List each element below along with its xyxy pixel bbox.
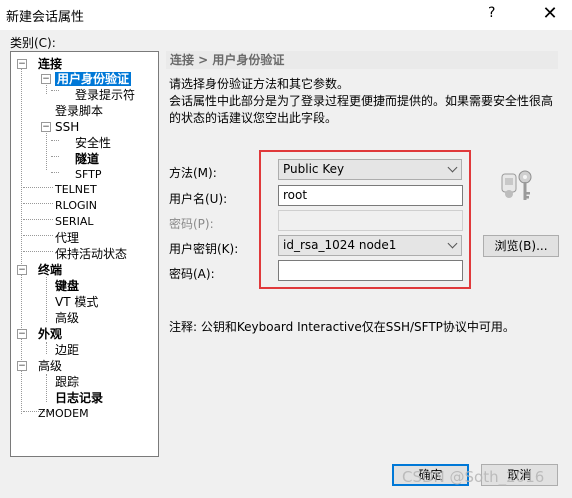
tree-line: [46, 130, 47, 170]
tree-item-log[interactable]: 日志记录: [55, 391, 103, 405]
user-key-label: 用户密钥(K):: [169, 242, 239, 256]
password-label: 密码(P):: [169, 217, 214, 231]
note-text: 注释: 公钥和Keyboard Interactive仅在SSH/SFTP协议中…: [169, 320, 515, 334]
tree-item-connection[interactable]: 连接: [38, 57, 62, 71]
tree-item-keepalive[interactable]: 保持活动状态: [55, 247, 127, 261]
description-line-1: 请选择身份验证方法和其它参数。: [169, 77, 350, 91]
tree-line: [46, 342, 47, 354]
category-tree[interactable]: − 连接 − 用户身份验证 登录提示符 登录脚本 − SSH 安全性 隧道 SF…: [10, 51, 159, 457]
description-line-2: 会话属性中此部分是为了登录过程更便捷而提供的。如果需要安全性很高的状态的话建议您…: [169, 94, 554, 125]
tree-item-advanced[interactable]: 高级: [38, 359, 62, 373]
title-bar: 新建会话属性 ? ✕: [0, 0, 572, 30]
tree-item-zmodem[interactable]: ZMODEM: [38, 407, 89, 421]
collapse-advanced-icon[interactable]: −: [17, 361, 27, 371]
collapse-auth-icon[interactable]: −: [41, 74, 51, 84]
tree-item-login-prompt[interactable]: 登录提示符: [75, 88, 135, 102]
collapse-ssh-icon[interactable]: −: [41, 122, 51, 132]
tree-item-security[interactable]: 安全性: [75, 136, 111, 150]
tree-item-margin[interactable]: 边距: [55, 343, 79, 357]
tree-item-telnet[interactable]: TELNET: [55, 183, 97, 197]
tree-line: [51, 172, 59, 173]
tree-line: [23, 203, 53, 204]
tree-item-keyboard[interactable]: 键盘: [55, 279, 79, 293]
category-label: 类别(C):: [10, 36, 56, 50]
highlight-box: [259, 150, 471, 289]
tree-item-login-script[interactable]: 登录脚本: [55, 104, 103, 118]
user-key-icon: [501, 170, 532, 200]
tree-item-user-auth[interactable]: 用户身份验证: [55, 72, 132, 86]
method-label: 方法(M):: [169, 166, 217, 180]
tree-line: [23, 219, 53, 220]
window-title: 新建会话属性: [6, 10, 85, 25]
help-button[interactable]: ?: [488, 5, 495, 21]
tree-item-terminal[interactable]: 终端: [38, 263, 62, 277]
collapse-connection-icon[interactable]: −: [17, 59, 27, 69]
tree-item-serial[interactable]: SERIAL: [55, 215, 93, 229]
collapse-appearance-icon[interactable]: −: [17, 329, 27, 339]
username-label: 用户名(U):: [169, 192, 228, 206]
tree-item-trace[interactable]: 跟踪: [55, 375, 79, 389]
tree-line: [46, 277, 47, 322]
tree-item-sftp[interactable]: SFTP: [75, 168, 101, 182]
tree-item-ssh[interactable]: SSH: [55, 120, 79, 134]
tree-item-appearance[interactable]: 外观: [38, 327, 62, 341]
passphrase-label: 密码(A):: [169, 267, 215, 281]
tree-line: [46, 374, 47, 402]
panel-description: 请选择身份验证方法和其它参数。 会话属性中此部分是为了登录过程更便捷而提供的。如…: [169, 76, 564, 127]
tree-line: [51, 90, 59, 91]
tree-line: [23, 187, 53, 188]
tree-line: [23, 235, 53, 236]
tree-item-tunnel[interactable]: 隧道: [75, 152, 99, 166]
browse-button[interactable]: 浏览(B)...: [483, 235, 559, 257]
tree-line: [51, 156, 59, 157]
tree-line: [51, 140, 59, 141]
tree-item-advanced-terminal[interactable]: 高级: [55, 311, 79, 325]
tree-item-vt-mode[interactable]: VT 模式: [55, 295, 98, 309]
watermark: CSDN @Soth_2016: [402, 468, 545, 486]
collapse-terminal-icon[interactable]: −: [17, 265, 27, 275]
panel-header: 连接 > 用户身份验证: [166, 51, 558, 69]
tree-item-rlogin[interactable]: RLOGIN: [55, 199, 97, 213]
close-button[interactable]: ✕: [530, 0, 570, 30]
tree-line: [23, 251, 53, 252]
tree-item-proxy[interactable]: 代理: [55, 231, 79, 245]
